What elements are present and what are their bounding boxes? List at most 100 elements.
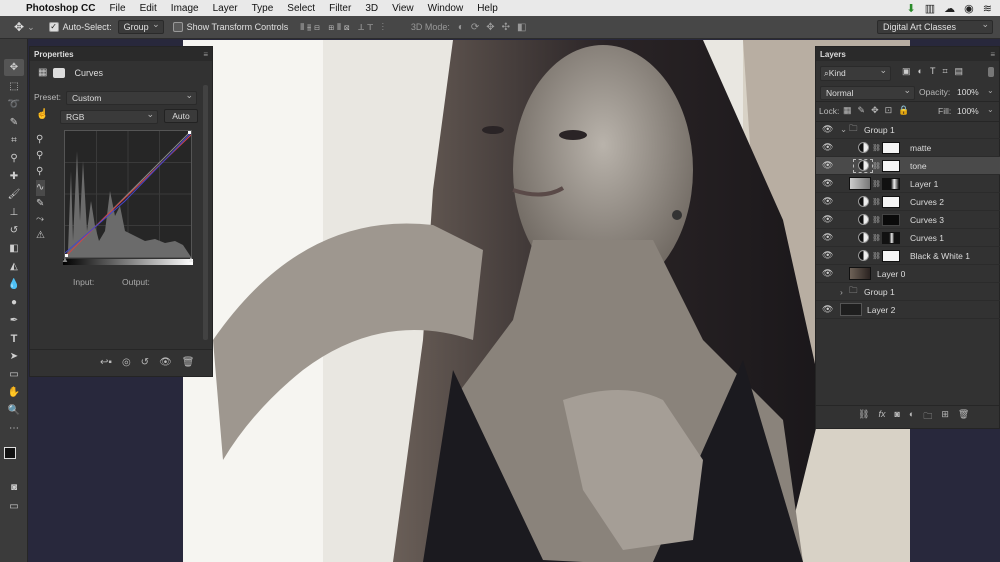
layer-row[interactable]: 👁 ⛓ matte bbox=[816, 139, 1000, 157]
foreground-color-swatch[interactable] bbox=[4, 447, 16, 459]
pen-tool-icon[interactable]: ✒ bbox=[4, 312, 24, 329]
visibility-eye-icon[interactable]: 👁 bbox=[822, 196, 833, 207]
new-group-icon[interactable]: 🗀 bbox=[923, 409, 932, 425]
zoom-tool-icon[interactable]: 🔍 bbox=[4, 402, 24, 419]
menu-edit[interactable]: Edit bbox=[133, 3, 164, 14]
gray-point-eyedropper-icon[interactable]: ⚲ bbox=[36, 148, 45, 164]
move-tool-icon[interactable]: ✥ bbox=[4, 59, 24, 76]
history-brush-tool-icon[interactable]: ↺ bbox=[4, 222, 24, 239]
filter-kind-dropdown[interactable]: ⌕Kind bbox=[820, 65, 891, 81]
layer-thumbnail[interactable] bbox=[840, 303, 862, 316]
opacity-dropdown-icon[interactable]: ⌄ bbox=[987, 86, 994, 95]
tool-preset-dropdown-icon[interactable]: ⌄ bbox=[27, 22, 35, 33]
add-mask-icon[interactable]: ◙ bbox=[894, 409, 899, 425]
filter-adjustment-icon[interactable]: ◐ bbox=[918, 66, 923, 77]
layer-row[interactable]: 👁 ⛓ Black & White 1 bbox=[816, 247, 1000, 265]
eraser-tool-icon[interactable]: ◧ bbox=[4, 240, 24, 257]
layer-mask-thumbnail[interactable] bbox=[882, 195, 900, 208]
layer-mask-thumbnail[interactable] bbox=[882, 177, 900, 190]
eyedropper-tool-icon[interactable]: ⚲ bbox=[4, 150, 24, 167]
hand-tool-icon[interactable]: ✋ bbox=[4, 384, 24, 401]
view-previous-icon[interactable]: ◎ bbox=[122, 357, 131, 368]
blur-tool-icon[interactable]: 💧 bbox=[4, 276, 24, 293]
visibility-eye-icon[interactable]: 👁 bbox=[822, 142, 833, 153]
chain-link-icon[interactable]: ⛓ bbox=[872, 162, 881, 170]
group-expand-chevron-icon[interactable]: › bbox=[840, 287, 843, 297]
brush-tool-icon[interactable]: 🖌 bbox=[4, 186, 24, 203]
visibility-eye-icon[interactable]: 👁 bbox=[822, 178, 833, 189]
visibility-eye-icon[interactable]: 👁 bbox=[822, 268, 833, 279]
lock-pixels-icon[interactable]: ✎ bbox=[858, 105, 866, 116]
layer-mask-thumbnail[interactable] bbox=[882, 249, 900, 262]
crop-tool-icon[interactable]: ⌗ bbox=[4, 132, 24, 149]
creative-cloud-icon[interactable]: ⬇ bbox=[907, 2, 916, 15]
filter-smart-object-icon[interactable]: ▤ bbox=[955, 66, 964, 77]
chain-link-icon[interactable]: ⛓ bbox=[872, 144, 881, 152]
delete-adjustment-icon[interactable]: 🗑 bbox=[182, 357, 195, 368]
type-tool-icon[interactable]: T bbox=[4, 330, 24, 347]
layer-row[interactable]: 👁 ⛓ Curves 1 bbox=[816, 229, 1000, 247]
opacity-value[interactable]: 100% bbox=[957, 87, 979, 97]
lasso-tool-icon[interactable]: ➰ bbox=[4, 96, 24, 113]
lock-transparency-icon[interactable]: ▦ bbox=[843, 105, 852, 116]
visibility-eye-icon[interactable]: 👁 bbox=[822, 124, 833, 135]
menu-type[interactable]: Type bbox=[245, 3, 281, 14]
filter-type-icon[interactable]: T bbox=[930, 66, 936, 77]
screen-mode-icon[interactable]: ▭ bbox=[4, 498, 24, 515]
white-point-eyedropper-icon[interactable]: ⚲ bbox=[36, 164, 45, 180]
auto-button[interactable]: Auto bbox=[164, 109, 198, 123]
filter-toggle[interactable] bbox=[988, 67, 994, 77]
curves-graph[interactable] bbox=[64, 130, 192, 258]
quick-select-tool-icon[interactable]: ✎ bbox=[4, 114, 24, 131]
healing-brush-tool-icon[interactable]: ✚ bbox=[4, 168, 24, 185]
link-layers-icon[interactable]: ⛓ bbox=[858, 409, 869, 425]
auto-select-dropdown[interactable]: Group bbox=[117, 19, 164, 34]
black-point-eyedropper-icon[interactable]: ⚲ bbox=[36, 132, 45, 148]
chain-link-icon[interactable]: ⛓ bbox=[872, 252, 881, 260]
visibility-eye-icon[interactable]: 👁 bbox=[822, 304, 833, 315]
properties-scrollbar[interactable] bbox=[203, 85, 208, 340]
target-adjust-icon[interactable]: ☝ bbox=[36, 109, 48, 120]
transform-controls-checkbox[interactable] bbox=[172, 22, 187, 33]
visibility-eye-icon[interactable]: 👁 bbox=[822, 250, 833, 261]
align-icons[interactable]: ⫴⫵⊟ ⊞⫴⊠ ⊥⊤ ⋮ bbox=[300, 22, 387, 33]
layer-mask-thumbnail[interactable] bbox=[882, 231, 900, 244]
wifi-icon[interactable]: ≋ bbox=[983, 2, 992, 15]
layer-row-selected[interactable]: 👁 ⛓ tone bbox=[816, 157, 1000, 175]
paint-bucket-tool-icon[interactable]: ◭ bbox=[4, 258, 24, 275]
path-select-tool-icon[interactable]: ➤ bbox=[4, 348, 24, 365]
smooth-tool-icon[interactable]: ⤳ bbox=[36, 212, 45, 228]
delete-layer-icon[interactable]: 🗑 bbox=[958, 409, 969, 425]
layer-mask-thumbnail[interactable] bbox=[882, 141, 900, 154]
layer-thumbnail[interactable] bbox=[849, 267, 871, 280]
layer-row[interactable]: › 🗀 Group 1 bbox=[816, 283, 1000, 301]
group-expand-chevron-icon[interactable]: ⌄ bbox=[840, 124, 847, 135]
chain-link-icon[interactable]: ⛓ bbox=[872, 180, 881, 188]
sidebar-icon[interactable]: ▥ bbox=[925, 2, 935, 15]
chain-link-icon[interactable]: ⛓ bbox=[872, 216, 881, 224]
new-adjustment-icon[interactable]: ◐ bbox=[909, 409, 914, 425]
reset-icon[interactable]: ↺ bbox=[141, 357, 149, 368]
layer-row[interactable]: 👁 ⛓ Curves 3 bbox=[816, 211, 1000, 229]
panel-menu-icon[interactable]: ≡ bbox=[203, 50, 208, 59]
blend-mode-dropdown[interactable]: Normal bbox=[820, 85, 915, 100]
chain-link-icon[interactable]: ⛓ bbox=[872, 198, 881, 206]
layer-mask-thumbnail[interactable] bbox=[882, 213, 900, 226]
new-layer-icon[interactable]: ⊞ bbox=[941, 409, 949, 425]
layer-row[interactable]: 👁 Layer 0 bbox=[816, 265, 1000, 283]
3d-mode-icons[interactable]: ◐⟳✥✣◧ bbox=[458, 22, 534, 33]
filter-shape-icon[interactable]: ⌗ bbox=[942, 66, 947, 77]
clip-to-layer-icon[interactable]: ↩▪ bbox=[100, 357, 112, 368]
eye-status-icon[interactable]: ◉ bbox=[964, 2, 974, 15]
menu-filter[interactable]: Filter bbox=[322, 3, 358, 14]
auto-select-checkbox[interactable]: ✓ bbox=[48, 22, 63, 33]
quick-mask-icon[interactable]: ◙ bbox=[4, 479, 24, 496]
black-point-slider[interactable]: ▲ bbox=[61, 255, 69, 264]
lock-position-icon[interactable]: ✥ bbox=[871, 105, 879, 116]
dodge-tool-icon[interactable]: ● bbox=[4, 294, 24, 311]
pencil-tool-icon[interactable]: ✎ bbox=[36, 196, 45, 212]
fill-value[interactable]: 100% bbox=[957, 106, 979, 116]
lock-all-icon[interactable]: 🔒 bbox=[898, 105, 909, 116]
white-point-slider[interactable]: ▲ bbox=[187, 255, 195, 264]
menu-select[interactable]: Select bbox=[280, 3, 322, 14]
